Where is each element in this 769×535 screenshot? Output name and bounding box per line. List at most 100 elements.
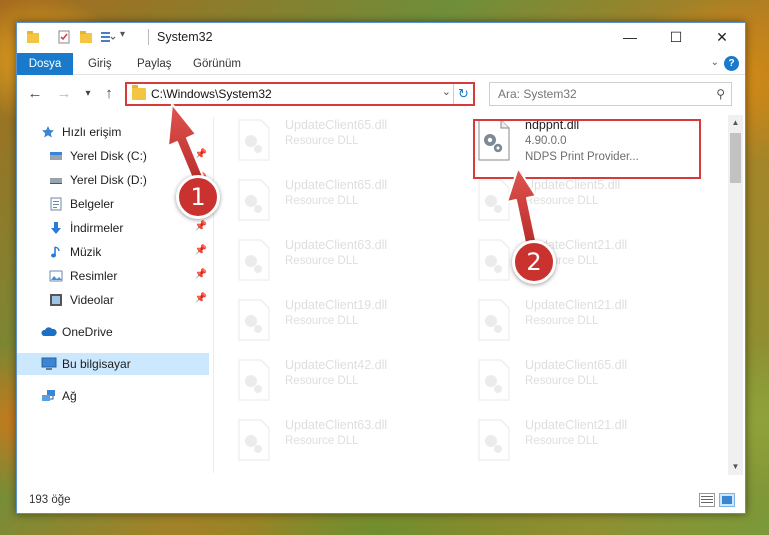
- tab-view[interactable]: Görünüm: [193, 53, 241, 75]
- scroll-thumb[interactable]: [730, 133, 741, 183]
- sidebar-item-label: Müzik: [70, 245, 102, 259]
- sidebar-item-onedrive[interactable]: OneDrive: [17, 321, 209, 343]
- list-item[interactable]: UpdateClient21.dll Resource DLL: [457, 413, 682, 467]
- close-button[interactable]: ✕: [699, 23, 745, 51]
- list-item[interactable]: UpdateClient65.dll Resource DLL: [217, 173, 442, 227]
- back-arrow-icon[interactable]: ←: [26, 85, 44, 103]
- expand-ribbon-icon[interactable]: ⌄: [711, 57, 719, 68]
- file-name: UpdateClient21.dll: [525, 418, 628, 432]
- file-type: Resource DLL: [285, 435, 359, 447]
- download-icon: [51, 222, 61, 234]
- sidebar-item-network[interactable]: Ağ: [17, 385, 209, 407]
- list-item[interactable]: UpdateClient19.dll Resource DLL: [217, 293, 442, 347]
- sidebar-item-label: Belgeler: [70, 197, 115, 211]
- file-name: UpdateClient65.dll: [285, 178, 388, 192]
- pin-icon[interactable]: 📌: [195, 149, 207, 160]
- new-folder-icon[interactable]: [79, 29, 93, 45]
- sidebar-item-pictures[interactable]: Resimler 📌: [17, 265, 209, 287]
- search-input[interactable]: [490, 83, 700, 105]
- drive-icon: [50, 178, 62, 184]
- pin-icon[interactable]: 📌: [195, 245, 207, 256]
- file-type: Resource DLL: [285, 135, 359, 147]
- network-icon: [42, 390, 55, 401]
- file-type: Resource DLL: [525, 195, 599, 207]
- customize-toolbar-icon[interactable]: [100, 29, 116, 45]
- sidebar-item-label: OneDrive: [62, 325, 113, 339]
- vertical-scrollbar[interactable]: ▲ ▼: [728, 115, 743, 475]
- list-item[interactable]: UpdateClient21.dll Resource DLL: [457, 233, 682, 287]
- address-path[interactable]: C:\Windows\System32: [151, 87, 272, 101]
- list-item[interactable]: UpdateClient63.dll Resource DLL: [217, 413, 442, 467]
- dll-file-icon: [478, 359, 510, 401]
- step-badge-1: 1: [176, 175, 220, 219]
- dll-file-icon: [478, 299, 510, 341]
- list-item[interactable]: UpdateClient5.dll Resource DLL: [457, 173, 682, 227]
- scroll-up-icon[interactable]: ▲: [728, 115, 743, 131]
- navigation-pane: Hızlı erişim Yerel Disk (C:) 📌 Yerel Dis…: [17, 117, 213, 473]
- dll-file-icon: [238, 239, 270, 281]
- list-item[interactable]: UpdateClient65.dll Resource DLL: [457, 353, 682, 407]
- pin-icon[interactable]: 📌: [195, 221, 207, 232]
- file-name: UpdateClient63.dll: [285, 238, 388, 252]
- cloud-icon: [41, 327, 57, 336]
- details-view-icon[interactable]: [699, 493, 715, 507]
- title-bar: ▾ System32 — ☐ ✕: [17, 23, 745, 51]
- computer-icon: [41, 357, 57, 370]
- search-icon[interactable]: ⚲: [716, 87, 725, 101]
- tab-share[interactable]: Paylaş: [137, 53, 172, 75]
- list-item[interactable]: UpdateClient21.dll Resource DLL: [457, 293, 682, 347]
- sidebar-item-label: Yerel Disk (C:): [70, 149, 147, 163]
- properties-icon[interactable]: [57, 29, 71, 45]
- sidebar-item-label: Yerel Disk (D:): [70, 173, 147, 187]
- sidebar-item-quick-access[interactable]: Hızlı erişim: [17, 121, 209, 143]
- file-name: UpdateClient42.dll: [285, 358, 388, 372]
- chevron-down-icon[interactable]: ▾: [120, 29, 125, 40]
- sidebar-item-label: Videolar: [70, 293, 114, 307]
- help-icon[interactable]: ?: [724, 56, 739, 71]
- window-title: System32: [157, 30, 213, 44]
- sidebar-item-this-pc[interactable]: Bu bilgisayar: [17, 353, 209, 375]
- pin-icon[interactable]: 📌: [195, 269, 207, 280]
- dll-file-icon: [478, 179, 510, 221]
- pin-icon[interactable]: 📌: [195, 293, 207, 304]
- sidebar-item-label: Hızlı erişim: [62, 125, 122, 139]
- explorer-window: ▾ System32 — ☐ ✕ Dosya Giriş Paylaş Görü…: [16, 22, 746, 514]
- item-count: 193 öğe: [29, 494, 71, 506]
- sidebar-item-music[interactable]: Müzik 📌: [17, 241, 209, 263]
- music-icon: [51, 246, 60, 258]
- file-type: Resource DLL: [285, 255, 359, 267]
- sidebar-item-label: Ağ: [62, 389, 77, 403]
- large-icons-view-icon[interactable]: [719, 493, 735, 507]
- minimize-button[interactable]: —: [607, 23, 653, 51]
- tab-home[interactable]: Giriş: [88, 53, 112, 75]
- dll-file-icon: [478, 239, 510, 281]
- status-bar: 193 öğe: [17, 489, 745, 513]
- scroll-down-icon[interactable]: ▼: [728, 459, 743, 475]
- recent-locations-icon[interactable]: ▾: [79, 85, 97, 103]
- pane-divider: [213, 117, 214, 473]
- title-separator: [148, 29, 149, 45]
- address-bar[interactable]: C:\Windows\System32 ⌄ ↻: [125, 82, 475, 106]
- folder-icon: [132, 85, 146, 100]
- highlight-ndppnt-file: [473, 119, 701, 179]
- list-item[interactable]: UpdateClient63.dll Resource DLL: [217, 233, 442, 287]
- tab-file[interactable]: Dosya: [17, 53, 73, 75]
- sidebar-item-videos[interactable]: Videolar 📌: [17, 289, 209, 311]
- pictures-icon: [49, 270, 63, 282]
- file-name: UpdateClient19.dll: [285, 298, 388, 312]
- file-type: Resource DLL: [285, 315, 359, 327]
- sidebar-item-label: Resimler: [70, 269, 118, 283]
- list-item[interactable]: UpdateClient65.dll Resource DLL: [217, 113, 442, 167]
- forward-arrow-icon[interactable]: →: [55, 85, 73, 103]
- address-dropdown-icon[interactable]: ⌄: [442, 85, 451, 98]
- documents-icon: [50, 197, 62, 211]
- sidebar-item-downloads[interactable]: İndirmeler 📌: [17, 217, 209, 239]
- search-box[interactable]: ⚲: [489, 82, 732, 106]
- refresh-icon[interactable]: ↻: [453, 84, 473, 104]
- up-arrow-icon[interactable]: ↑: [100, 85, 118, 103]
- video-icon: [50, 294, 62, 306]
- list-item[interactable]: UpdateClient42.dll Resource DLL: [217, 353, 442, 407]
- dll-file-icon: [238, 299, 270, 341]
- maximize-button[interactable]: ☐: [653, 23, 699, 51]
- sidebar-item-local-disk-c[interactable]: Yerel Disk (C:) 📌: [17, 145, 209, 167]
